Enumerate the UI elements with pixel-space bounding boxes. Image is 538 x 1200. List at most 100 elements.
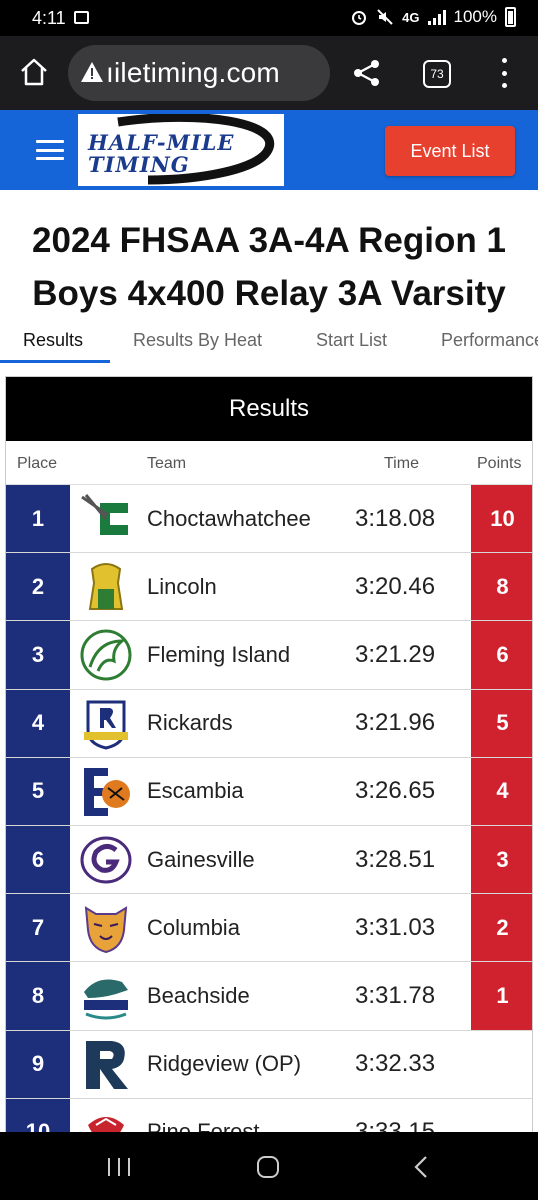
- time-value: 3:21.29: [355, 640, 436, 668]
- pine-forest-logo: [88, 1116, 124, 1132]
- place-cell: 5: [6, 757, 70, 825]
- place-cell: 3: [6, 621, 70, 689]
- active-tab-indicator: [0, 360, 110, 363]
- team-name[interactable]: Pine Forest: [147, 1099, 260, 1132]
- time-value: 3:32.33: [355, 1050, 436, 1078]
- place-cell: 7: [6, 894, 70, 962]
- gainesville-logo: [80, 836, 132, 884]
- points-cell: [471, 1099, 532, 1132]
- time-value: 3:18.08: [355, 504, 436, 532]
- col-header-points: Points: [477, 455, 522, 472]
- tabs-count-button[interactable]: 73: [423, 60, 451, 88]
- address-bar[interactable]: ıiletiming.com: [68, 45, 330, 101]
- points-cell: 8: [471, 553, 532, 621]
- team-name[interactable]: Lincoln: [147, 553, 217, 620]
- table-row[interactable]: 4 Rickards 3:21.96 5: [6, 689, 532, 758]
- results-tabs: Results Results By Heat Start List Perfo…: [0, 320, 538, 364]
- event-list-button[interactable]: Event List: [385, 126, 515, 176]
- url-text[interactable]: ıiletiming.com: [106, 57, 280, 89]
- place-cell: 4: [6, 689, 70, 757]
- table-row[interactable]: 7 Columbia 3:31.03 2: [6, 894, 532, 963]
- battery-icon: [505, 7, 516, 27]
- time-value: 3:26.65: [355, 777, 436, 805]
- place-cell: 1: [6, 485, 70, 553]
- hamburger-menu-icon[interactable]: [36, 140, 64, 160]
- team-name[interactable]: Beachside: [147, 962, 250, 1029]
- escambia-logo: [84, 767, 130, 816]
- points-cell: 2: [471, 894, 532, 962]
- signal-icon: [427, 9, 446, 25]
- beachside-logo: [84, 979, 128, 1020]
- back-icon[interactable]: [412, 1155, 430, 1179]
- home-icon[interactable]: [18, 56, 50, 88]
- columbia-logo: [84, 906, 128, 954]
- alarm-icon: [352, 11, 367, 25]
- battery-percent: 100%: [453, 7, 497, 26]
- team-name[interactable]: Rickards: [147, 690, 233, 757]
- table-row[interactable]: 10 Pine Forest 3:33.15: [6, 1098, 532, 1132]
- results-table: Results Place Team Time Points 1 Choctaw…: [5, 376, 533, 1132]
- table-row[interactable]: 8 Beachside 3:31.78 1: [6, 962, 532, 1031]
- table-row[interactable]: 6 Gainesville 3:28.51 3: [6, 825, 532, 895]
- recent-apps-icon[interactable]: [108, 1158, 130, 1176]
- col-header-team: Team: [147, 455, 187, 472]
- time-value: 3:31.78: [355, 981, 436, 1009]
- place-cell: 6: [6, 825, 70, 894]
- image-icon: [74, 11, 89, 24]
- time-value: 3:20.46: [355, 572, 436, 600]
- table-row[interactable]: 5 Escambia 3:26.65 4: [6, 757, 532, 826]
- tab-results-by-heat[interactable]: Results By Heat: [133, 330, 262, 351]
- system-nav-bar: [0, 1132, 538, 1200]
- table-row[interactable]: 9 Ridgeview (OP) 3:32.33: [6, 1030, 532, 1099]
- team-name[interactable]: Escambia: [147, 758, 244, 825]
- site-header: HALF-MILE TIMING Event List: [0, 110, 538, 190]
- time-value: 3:33.15: [355, 1118, 436, 1132]
- network-label: 4G: [402, 9, 420, 25]
- table-row[interactable]: 2 Lincoln 3:20.46 8: [6, 553, 532, 622]
- tab-performance[interactable]: Performance: [441, 330, 538, 351]
- page-content: 2024 FHSAA 3A-4A Region 1 Boys 4x400 Rel…: [0, 190, 538, 1132]
- place-cell: 9: [6, 1030, 70, 1098]
- tab-results[interactable]: Results: [23, 330, 83, 351]
- mute-icon: [377, 9, 393, 25]
- team-name[interactable]: Ridgeview (OP): [147, 1031, 301, 1098]
- points-cell: 6: [471, 621, 532, 689]
- rickards-logo: [84, 700, 128, 750]
- team-name[interactable]: Gainesville: [147, 826, 255, 893]
- warning-icon[interactable]: [80, 61, 104, 83]
- points-cell: 1: [471, 962, 532, 1030]
- event-title-line2: Boys 4x400 Relay 3A Varsity: [32, 274, 506, 313]
- status-bar: 4:11 4G 100%: [0, 0, 538, 36]
- event-title-line1: 2024 FHSAA 3A-4A Region 1: [32, 221, 506, 260]
- col-header-time: Time: [384, 455, 419, 472]
- team-name[interactable]: Choctawhatchee: [147, 485, 311, 552]
- ridgeview-logo: [86, 1040, 128, 1089]
- points-cell: [471, 1031, 532, 1098]
- place-cell: 2: [6, 553, 70, 621]
- col-header-place: Place: [17, 455, 58, 472]
- place-cell: 8: [6, 962, 70, 1030]
- place-cell: 10: [6, 1098, 70, 1132]
- table-row[interactable]: 1 Choctawhatchee 3:18.08 10: [6, 485, 532, 554]
- points-cell: 5: [471, 689, 532, 757]
- time-value: 3:21.96: [355, 709, 436, 737]
- half-mile-timing-logo[interactable]: HALF-MILE TIMING: [78, 114, 284, 186]
- more-menu-icon[interactable]: [500, 58, 508, 88]
- status-icons: 4G 100%: [350, 7, 516, 27]
- tab-start-list[interactable]: Start List: [316, 330, 387, 351]
- share-icon[interactable]: [352, 58, 382, 88]
- team-name[interactable]: Columbia: [147, 894, 240, 961]
- fleming-island-logo: [80, 629, 132, 681]
- status-time: 4:11: [32, 8, 66, 28]
- team-name[interactable]: Fleming Island: [147, 621, 290, 688]
- event-title: 2024 FHSAA 3A-4A Region 1 Boys 4x400 Rel…: [0, 214, 538, 320]
- table-row[interactable]: 3 Fleming Island 3:21.29 6: [6, 621, 532, 690]
- lincoln-logo: [88, 563, 124, 611]
- choctawhatchee-logo: [81, 494, 128, 535]
- points-cell: 4: [471, 757, 532, 825]
- points-cell: 3: [471, 825, 532, 894]
- home-button-icon[interactable]: [257, 1156, 279, 1178]
- results-heading: Results: [6, 377, 532, 441]
- time-value: 3:28.51: [355, 845, 436, 873]
- points-cell: 10: [471, 485, 532, 553]
